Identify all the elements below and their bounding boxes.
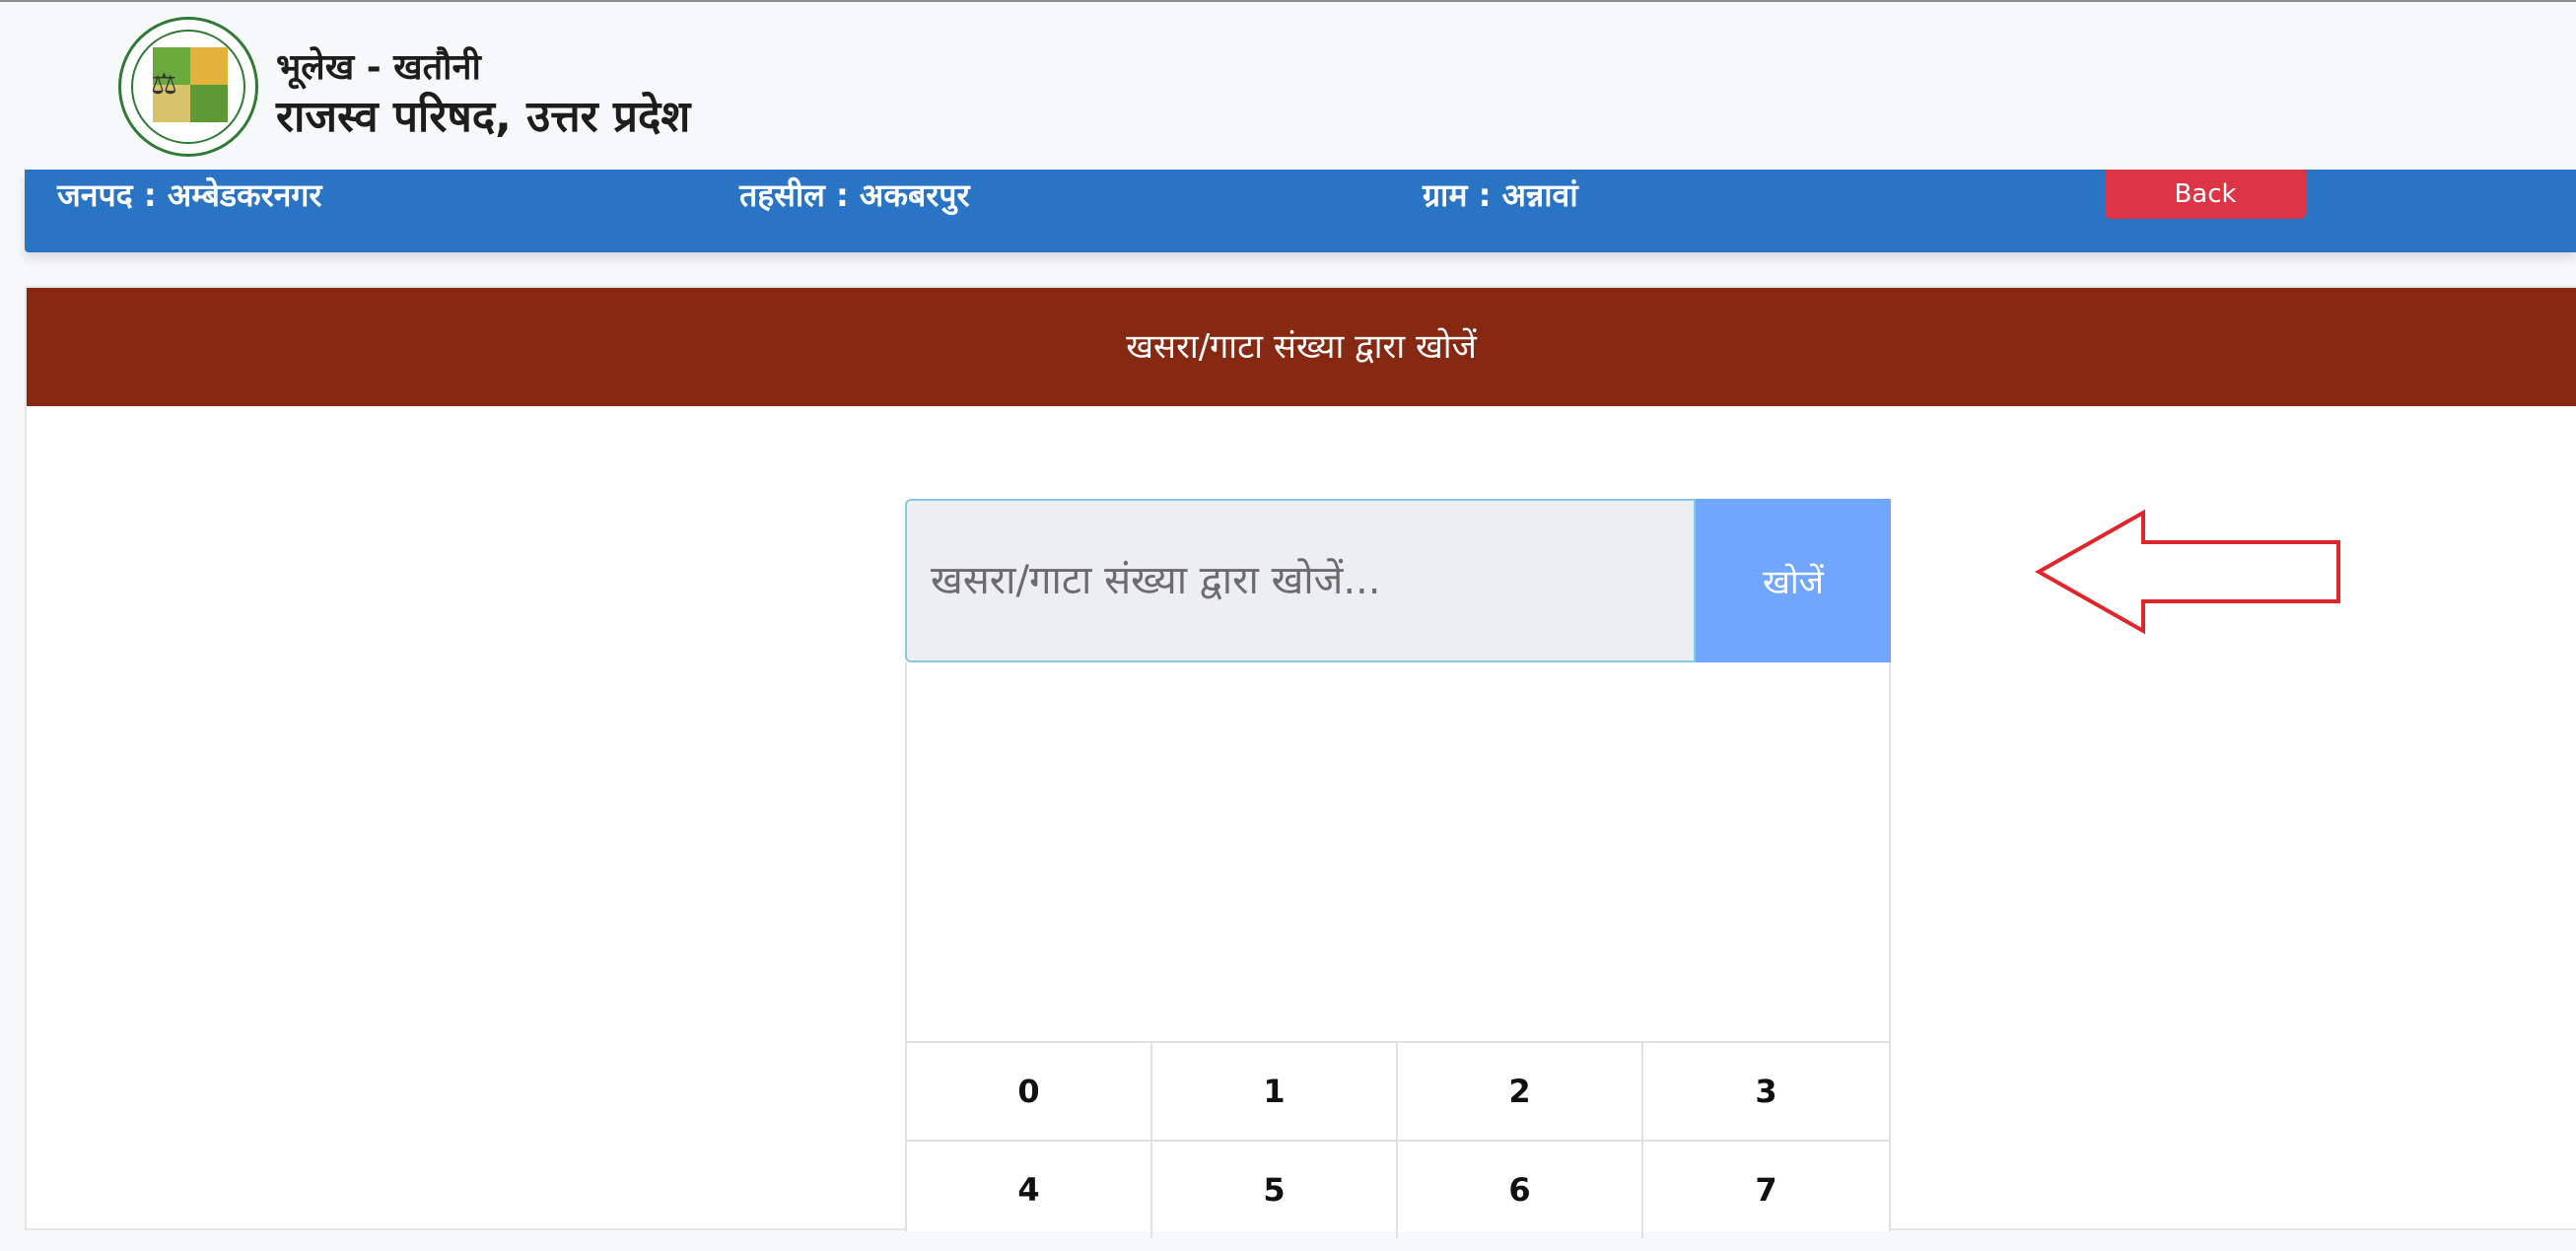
keypad-key-3[interactable]: 3	[1643, 1041, 1889, 1140]
search-group: खोजें	[905, 499, 1891, 662]
keypad-key-0[interactable]: 0	[907, 1041, 1152, 1140]
keypad-key-2[interactable]: 2	[1398, 1041, 1643, 1140]
back-button[interactable]: Back	[2105, 170, 2306, 219]
numeric-keypad: 0 1 2 3 4 5 6 7	[907, 1041, 1889, 1238]
district-label: जनपद : अम्बेडकरनगर	[57, 176, 322, 214]
keypad-key-4[interactable]: 4	[907, 1140, 1152, 1238]
numeric-keypad-panel: 0 1 2 3 4 5 6 7	[905, 662, 1891, 1238]
search-button[interactable]: खोजें	[1696, 499, 1891, 662]
keypad-key-5[interactable]: 5	[1152, 1140, 1398, 1238]
card-heading: खसरा/गाटा संख्या द्वारा खोजें	[27, 288, 2576, 406]
location-info-bar: जनपद : अम्बेडकरनगर तहसील : अकबरपुर ग्राम…	[25, 170, 2576, 252]
site-header: ⚖ भूलेख - खतौनी राजस्व परिषद, उत्तर प्रद…	[0, 2, 2576, 170]
revenue-board-logo-icon: ⚖	[118, 17, 258, 157]
keypad-key-1[interactable]: 1	[1152, 1041, 1398, 1140]
annotation-arrow-icon	[2034, 509, 2340, 635]
tehsil-label: तहसील : अकबरपुर	[739, 176, 970, 214]
keypad-key-6[interactable]: 6	[1398, 1140, 1643, 1238]
village-label: ग्राम : अन्नावां	[1423, 176, 1578, 214]
header-subtitle: भूलेख - खतौनी	[276, 47, 481, 88]
khasra-search-input[interactable]	[905, 499, 1696, 662]
keypad-key-7[interactable]: 7	[1643, 1140, 1889, 1238]
header-title: राजस्व परिषद, उत्तर प्रदेश	[276, 92, 691, 142]
